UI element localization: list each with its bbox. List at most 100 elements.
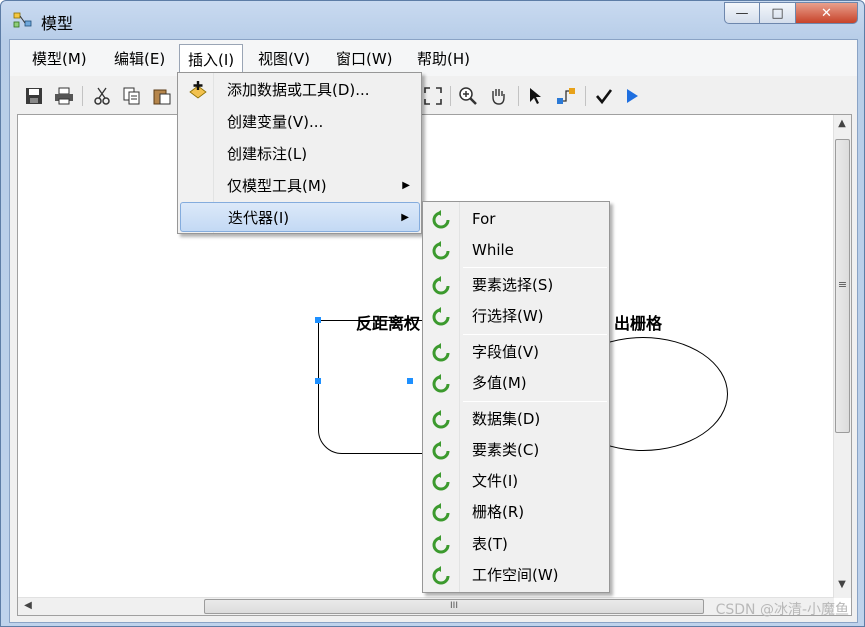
- toolbar-separator: [518, 86, 519, 106]
- submenu-item-feature-classes[interactable]: 要素类(C): [425, 435, 609, 466]
- copy-icon[interactable]: [120, 84, 144, 108]
- zoom-in-icon[interactable]: [456, 84, 480, 108]
- menu-window[interactable]: 窗口(W): [328, 47, 401, 71]
- selection-handle[interactable]: [407, 378, 413, 384]
- menu-edit[interactable]: 编辑(E): [106, 47, 173, 71]
- menu-item-model-only-tools[interactable]: 仅模型工具(M) ▶: [180, 171, 420, 201]
- toolbar: [10, 76, 857, 114]
- vertical-scrollbar[interactable]: ▲ ≡ ▼: [833, 115, 851, 598]
- title-bar[interactable]: 模型 — □ ✕: [1, 1, 864, 39]
- menu-item-label: 创建变量(V)...: [227, 113, 324, 131]
- menu-item-label: 添加数据或工具(D)...: [227, 81, 370, 99]
- menu-item-label: 创建标注(L): [227, 145, 308, 163]
- full-extent-icon[interactable]: [421, 84, 445, 108]
- output-node-label: 出栅格: [614, 314, 663, 333]
- close-icon: ✕: [821, 5, 832, 21]
- menu-separator: [463, 401, 607, 402]
- iterator-icon: [432, 210, 450, 229]
- menu-model[interactable]: 模型(M): [24, 47, 95, 71]
- selection-handle[interactable]: [315, 317, 321, 323]
- insert-menu: 添加数据或工具(D)... 创建变量(V)... 创建标注(L) 仅模型工具(M…: [177, 72, 422, 234]
- submenu-item-label: 工作空间(W): [472, 566, 559, 584]
- save-icon[interactable]: [22, 84, 46, 108]
- iterator-icon: [432, 343, 450, 362]
- validate-icon[interactable]: [592, 84, 616, 108]
- submenu-item-label: 要素选择(S): [472, 276, 554, 294]
- iterator-icon: [432, 241, 450, 260]
- watermark: CSDN @冰清-小魔鱼: [715, 602, 849, 618]
- iterator-icon: [432, 307, 450, 326]
- horizontal-scrollbar[interactable]: ◀ III: [18, 597, 834, 615]
- submenu-item-row-selection[interactable]: 行选择(W): [425, 301, 609, 332]
- vertical-scroll-thumb[interactable]: ≡: [835, 139, 850, 433]
- selection-handle[interactable]: [315, 378, 321, 384]
- submenu-item-multivalue[interactable]: 多值(M): [425, 368, 609, 399]
- submenu-item-workspaces[interactable]: 工作空间(W): [425, 560, 609, 591]
- submenu-item-label: 字段值(V): [472, 343, 539, 361]
- iterator-icon: [432, 535, 450, 554]
- submenu-item-label: While: [472, 241, 514, 259]
- submenu-item-while[interactable]: While: [425, 235, 609, 266]
- menu-item-label: 仅模型工具(M): [227, 177, 327, 195]
- submenu-arrow-icon: ▶: [402, 180, 410, 191]
- submenu-item-for[interactable]: For: [425, 204, 609, 235]
- cut-icon[interactable]: [90, 84, 114, 108]
- submenu-item-feature-selection[interactable]: 要素选择(S): [425, 270, 609, 301]
- maximize-icon: □: [771, 5, 784, 21]
- select-icon[interactable]: [524, 84, 548, 108]
- submenu-item-label: 行选择(W): [472, 307, 544, 325]
- iterator-icon: [432, 472, 450, 491]
- add-data-icon: [189, 81, 207, 99]
- menu-item-label: 迭代器(I): [228, 209, 290, 227]
- pan-icon[interactable]: [486, 84, 510, 108]
- toolbar-separator: [82, 86, 83, 106]
- window-title: 模型: [41, 14, 74, 33]
- submenu-item-label: For: [472, 210, 496, 228]
- scroll-left-icon[interactable]: ◀: [20, 600, 36, 611]
- iterator-icon: [432, 276, 450, 295]
- submenu-item-label: 多值(M): [472, 374, 527, 392]
- submenu-item-label: 栅格(R): [472, 503, 525, 521]
- menu-item-iterators[interactable]: 迭代器(I) ▶: [180, 202, 420, 232]
- menu-item-create-variable[interactable]: 创建变量(V)...: [180, 107, 420, 137]
- close-button[interactable]: ✕: [796, 2, 858, 24]
- menu-bar: 模型(M) 编辑(E) 插入(I) 视图(V) 窗口(W) 帮助(H): [10, 40, 857, 76]
- maximize-button[interactable]: □: [760, 2, 796, 24]
- menu-separator: [463, 267, 607, 268]
- run-icon[interactable]: [620, 84, 644, 108]
- paste-icon[interactable]: [150, 84, 174, 108]
- menu-separator: [463, 334, 607, 335]
- menu-item-create-label[interactable]: 创建标注(L): [180, 139, 420, 169]
- menu-view[interactable]: 视图(V): [250, 47, 318, 71]
- scroll-down-icon[interactable]: ▼: [834, 579, 850, 590]
- menu-item-add-data[interactable]: 添加数据或工具(D)...: [180, 75, 420, 105]
- submenu-item-field-value[interactable]: 字段值(V): [425, 337, 609, 368]
- submenu-item-datasets[interactable]: 数据集(D): [425, 404, 609, 435]
- iterator-icon: [432, 374, 450, 393]
- print-icon[interactable]: [52, 84, 76, 108]
- submenu-item-tables[interactable]: 表(T): [425, 529, 609, 560]
- model-builder-icon: [13, 12, 32, 28]
- toolbar-separator: [585, 86, 586, 106]
- submenu-arrow-icon: ▶: [401, 212, 409, 223]
- minimize-button[interactable]: —: [724, 2, 760, 24]
- submenu-item-rasters[interactable]: 栅格(R): [425, 497, 609, 528]
- iterator-icon: [432, 441, 450, 460]
- submenu-item-label: 表(T): [472, 535, 508, 553]
- iterator-icon: [432, 503, 450, 522]
- scroll-grip: ≡: [837, 278, 848, 291]
- submenu-item-label: 数据集(D): [472, 410, 541, 428]
- tool-node-label: 反距离权: [356, 314, 421, 333]
- iterator-icon: [432, 410, 450, 429]
- scroll-up-icon[interactable]: ▲: [834, 118, 850, 129]
- iterator-submenu: For While 要素选择(S) 行选择(W) 字段值(V) 多值(M) 数据集(D) 要素…: [422, 201, 610, 593]
- minimize-icon: —: [735, 5, 749, 21]
- iterator-icon: [432, 566, 450, 585]
- submenu-item-files[interactable]: 文件(I): [425, 466, 609, 497]
- menu-help[interactable]: 帮助(H): [409, 47, 478, 71]
- toolbar-separator: [450, 86, 451, 106]
- submenu-item-label: 要素类(C): [472, 441, 540, 459]
- connect-icon[interactable]: [554, 84, 578, 108]
- horizontal-scroll-thumb[interactable]: III: [204, 599, 704, 614]
- submenu-item-label: 文件(I): [472, 472, 519, 490]
